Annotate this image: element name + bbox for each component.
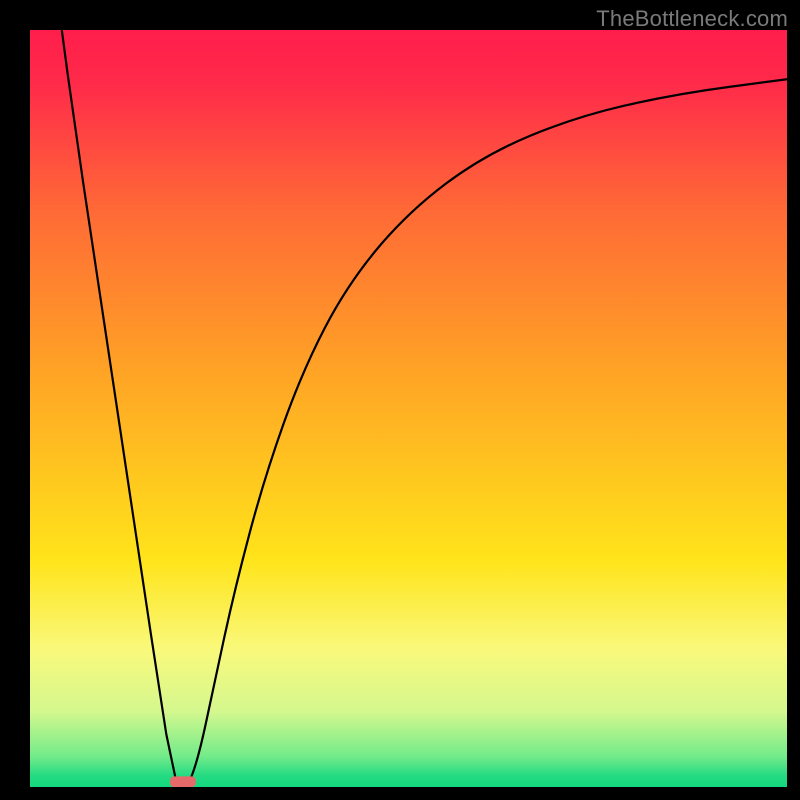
chart-frame: TheBottleneck.com: [0, 0, 800, 800]
bottleneck-chart: [0, 0, 800, 800]
optimal-point-marker: [170, 776, 196, 787]
watermark-label: TheBottleneck.com: [596, 6, 788, 32]
gradient-background: [30, 30, 787, 787]
